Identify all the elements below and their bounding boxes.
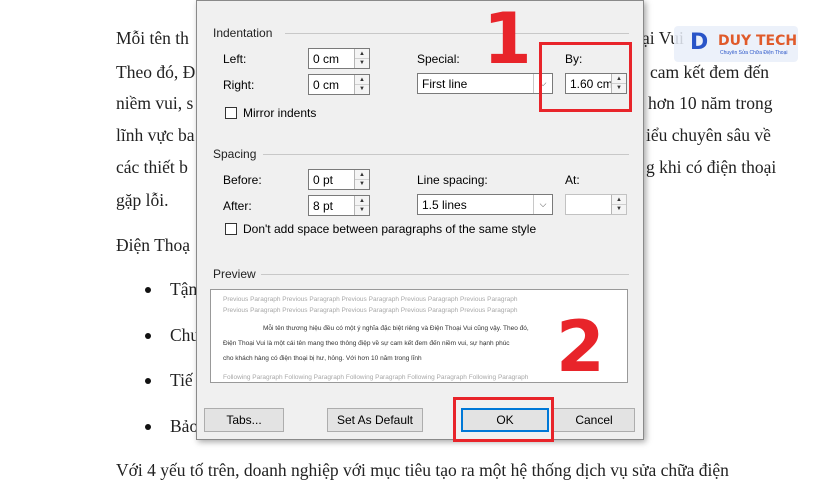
left-indent-value: 0 cm xyxy=(313,52,340,66)
bullet-text: Tận xyxy=(170,279,198,299)
spin-down-icon[interactable]: ▼ xyxy=(355,179,369,188)
preview-heading: Preview xyxy=(213,267,256,281)
mirror-indents-checkbox[interactable] xyxy=(225,107,237,119)
bullet-text: Chu xyxy=(170,325,200,345)
left-indent-spinner[interactable]: 0 cm ▲ ▼ xyxy=(308,48,370,69)
special-label: Special: xyxy=(417,52,460,66)
doc-line: Theo đó, Đ xyxy=(116,62,196,82)
mirror-indents-label: Mirror indents xyxy=(243,106,317,120)
doc-line: niềm vui, s xyxy=(116,93,194,113)
bullet-dot xyxy=(145,378,151,384)
at-label: At: xyxy=(565,173,580,187)
doc-line-right: g khi có điện thoại xyxy=(646,157,777,177)
cancel-button[interactable]: Cancel xyxy=(553,408,635,432)
after-spinner[interactable]: 8 pt ▲ ▼ xyxy=(308,195,370,216)
spin-down-icon[interactable]: ▼ xyxy=(355,58,369,67)
after-value: 8 pt xyxy=(313,199,334,213)
logo-tagline: Chuyên Sửa Chữa Điện Thoại xyxy=(720,50,788,56)
spinner-arrows: ▲ ▼ xyxy=(354,170,369,189)
line-spacing-label: Line spacing: xyxy=(417,173,488,187)
spinner-arrows: ▲ ▼ xyxy=(611,195,626,214)
dont-add-space-checkbox[interactable] xyxy=(225,223,237,235)
chevron-down-icon: ⌵ xyxy=(533,195,552,214)
preview-prev-paragraph: Previous Paragraph Previous Paragraph Pr… xyxy=(223,296,518,303)
left-indent-label: Left: xyxy=(223,52,247,66)
before-label: Before: xyxy=(223,173,262,187)
step-1-number: 1 xyxy=(483,0,532,80)
logo-mark-icon: D xyxy=(690,30,709,55)
at-spinner[interactable]: ▲ ▼ xyxy=(565,194,627,215)
divider xyxy=(261,274,629,275)
doc-line: Điện Thoạ xyxy=(116,235,191,255)
spin-down-icon[interactable]: ▼ xyxy=(355,84,369,93)
preview-sample-line: Điện Thoại Vui là một cái tên mang theo … xyxy=(223,340,510,347)
spinner-arrows: ▲ ▼ xyxy=(354,75,369,94)
spin-down-icon[interactable]: ▼ xyxy=(355,205,369,214)
bullet-dot xyxy=(145,424,151,430)
after-label: After: xyxy=(223,199,252,213)
doc-line: gặp lỗi. xyxy=(116,190,169,210)
doc-line: Với 4 yếu tố trên, doanh nghiệp với mục … xyxy=(116,460,729,480)
spinner-arrows: ▲ ▼ xyxy=(354,196,369,215)
before-spinner[interactable]: 0 pt ▲ ▼ xyxy=(308,169,370,190)
spin-down-icon[interactable]: ▼ xyxy=(612,204,626,213)
preview-sample-line: cho khách hàng có điện thoại bị hư, hỏng… xyxy=(223,355,422,362)
divider xyxy=(263,154,629,155)
preview-sample-line: Mỗi tên thương hiệu đều có một ý nghĩa đ… xyxy=(263,325,529,332)
bullet-text: Tiế xyxy=(170,370,193,390)
doc-line-right: iểu chuyên sâu về xyxy=(646,125,771,145)
preview-prev-paragraph: Previous Paragraph Previous Paragraph Pr… xyxy=(223,307,518,314)
spinner-arrows: ▲ ▼ xyxy=(354,49,369,68)
indentation-heading: Indentation xyxy=(213,26,273,40)
doc-line-right: cam kết đem đến xyxy=(650,62,770,82)
bullet-dot xyxy=(145,287,151,293)
line-spacing-select[interactable]: 1.5 lines ⌵ xyxy=(417,194,553,215)
doc-line: lĩnh vực ba xyxy=(116,125,195,145)
step-2-number: 2 xyxy=(556,306,605,388)
special-value: First line xyxy=(422,77,468,91)
before-value: 0 pt xyxy=(313,173,334,187)
right-indent-label: Right: xyxy=(223,78,255,92)
line-spacing-value: 1.5 lines xyxy=(422,198,467,212)
doc-line: các thiết b xyxy=(116,157,188,177)
tabs-button[interactable]: Tabs... xyxy=(204,408,284,432)
right-indent-value: 0 cm xyxy=(313,78,340,92)
bullet-text: Bảo xyxy=(170,416,199,436)
spacing-heading: Spacing xyxy=(213,147,257,161)
set-as-default-button[interactable]: Set As Default xyxy=(327,408,423,432)
highlight-by-field xyxy=(539,42,632,112)
divider xyxy=(285,33,629,34)
preview-next-paragraph: Following Paragraph Following Paragraph … xyxy=(223,374,529,381)
bullet-dot xyxy=(145,333,151,339)
doc-line-right: hơn 10 năm trong xyxy=(648,93,773,113)
logo-wordmark: DUY TECH xyxy=(718,33,798,49)
dont-add-space-label: Don't add space between paragraphs of th… xyxy=(243,222,537,236)
doc-line: Mỗi tên th xyxy=(116,28,189,48)
highlight-ok-button xyxy=(453,397,554,442)
right-indent-spinner[interactable]: 0 cm ▲ ▼ xyxy=(308,74,370,95)
